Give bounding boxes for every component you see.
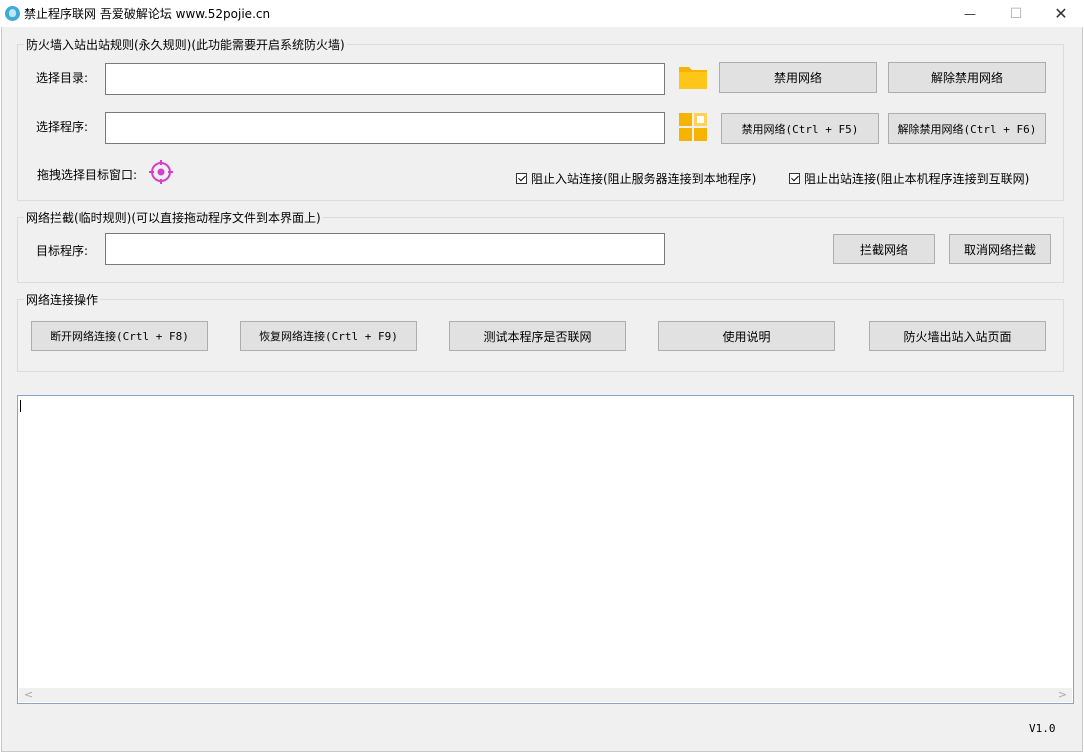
help-button[interactable]: 使用说明 bbox=[658, 321, 835, 351]
disable-network-button[interactable]: 禁用网络 bbox=[719, 62, 877, 93]
close-icon: ✕ bbox=[1054, 4, 1068, 23]
directory-input[interactable] bbox=[105, 63, 665, 95]
close-button[interactable]: ✕ bbox=[1038, 0, 1084, 27]
intercept-network-button[interactable]: 拦截网络 bbox=[833, 234, 935, 264]
window-title: 禁止程序联网 吾爱破解论坛 www.52pojie.cn bbox=[24, 7, 271, 21]
version-label: V1.0 bbox=[1029, 722, 1056, 735]
log-textarea[interactable]: < > bbox=[17, 395, 1074, 704]
block-inbound-checkbox[interactable]: 阻止入站连接(阻止服务器连接到本地程序) bbox=[516, 170, 756, 187]
enable-network-button[interactable]: 解除禁用网络 bbox=[888, 62, 1046, 93]
scroll-left-icon[interactable]: < bbox=[24, 688, 33, 701]
folder-icon[interactable] bbox=[678, 63, 708, 91]
intercept-legend: 网络拦截(临时规则)(可以直接拖动程序文件到本界面上) bbox=[26, 211, 321, 225]
select-directory-label: 选择目录: bbox=[36, 71, 89, 85]
checkbox-checked-icon bbox=[789, 173, 800, 184]
drag-target-label: 拖拽选择目标窗口: bbox=[37, 168, 138, 182]
horizontal-scrollbar[interactable]: < > bbox=[19, 688, 1072, 702]
block-outbound-checkbox[interactable]: 阻止出站连接(阻止本机程序连接到互联网) bbox=[789, 170, 1029, 187]
enable-network-hotkey-button[interactable]: 解除禁用网络(Ctrl + F6) bbox=[888, 113, 1046, 144]
select-program-label: 选择程序: bbox=[36, 120, 89, 134]
cancel-intercept-button[interactable]: 取消网络拦截 bbox=[949, 234, 1051, 264]
target-program-input[interactable] bbox=[105, 233, 665, 265]
block-outbound-label: 阻止出站连接(阻止本机程序连接到互联网) bbox=[804, 172, 1030, 186]
disable-network-hotkey-button[interactable]: 禁用网络(Ctrl + F5) bbox=[721, 113, 879, 144]
minimize-icon: — bbox=[964, 6, 976, 21]
app-icon bbox=[5, 6, 20, 21]
network-ops-legend: 网络连接操作 bbox=[26, 293, 99, 307]
checkbox-checked-icon bbox=[516, 173, 527, 184]
text-caret bbox=[20, 400, 21, 412]
maximize-button: ☐ bbox=[993, 0, 1039, 27]
firewall-page-button[interactable]: 防火墙出站入站页面 bbox=[869, 321, 1046, 351]
firewall-rules-legend: 防火墙入站出站规则(永久规则)(此功能需要开启系统防火墙) bbox=[26, 38, 345, 52]
restore-network-button[interactable]: 恢复网络连接(Crtl + F9) bbox=[240, 321, 417, 351]
block-inbound-label: 阻止入站连接(阻止服务器连接到本地程序) bbox=[531, 172, 757, 186]
program-grid-icon[interactable] bbox=[678, 112, 708, 142]
title-bar[interactable]: 禁止程序联网 吾爱破解论坛 www.52pojie.cn — ☐ ✕ bbox=[0, 0, 1084, 27]
program-input[interactable] bbox=[105, 112, 665, 144]
scroll-right-icon[interactable]: > bbox=[1058, 688, 1067, 701]
disconnect-network-button[interactable]: 断开网络连接(Crtl + F8) bbox=[31, 321, 208, 351]
test-connectivity-button[interactable]: 测试本程序是否联网 bbox=[449, 321, 626, 351]
crosshair-target-icon[interactable] bbox=[148, 159, 174, 185]
maximize-icon: ☐ bbox=[1009, 5, 1023, 22]
target-program-label: 目标程序: bbox=[36, 244, 89, 258]
minimize-button[interactable]: — bbox=[947, 0, 993, 27]
